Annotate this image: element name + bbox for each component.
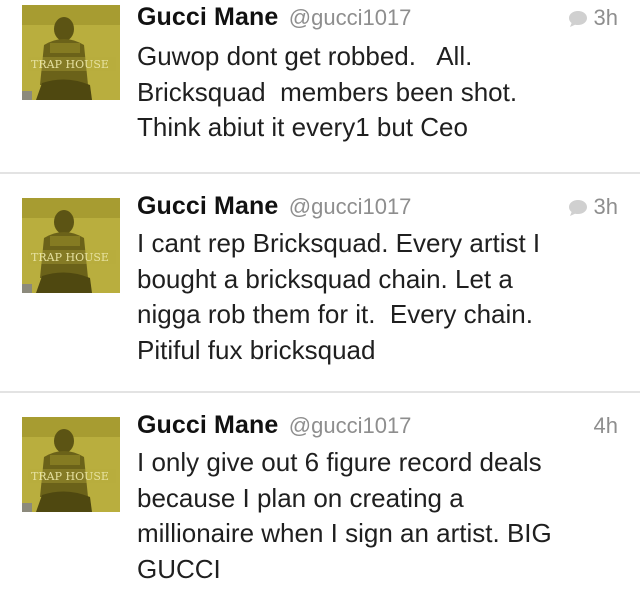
tweet-text-line: nigga rob them for it. Every chain. (137, 299, 533, 329)
tweet-header: Gucci Mane @gucci1017 3h (137, 3, 618, 39)
tweet-text-line: millionaire when I sign an artist. BIG (137, 518, 552, 548)
tweet-header: Gucci Mane @gucci1017 4h (137, 411, 618, 447)
conversation-bubble-icon (568, 11, 587, 27)
trap-house-album-art: TRAP HOUSE (22, 5, 120, 100)
tweet-text-line: GUCCI (137, 553, 221, 584)
tweet-text-line: Bricksquad members been shot. (137, 76, 518, 107)
tweet-card[interactable]: TRAP HOUSE Gucci Mane @gucci1017 3h I ca… (0, 174, 640, 393)
tweet-text-line: I cant rep Bricksquad. Every artist I (137, 228, 541, 258)
tweet-text: I cant rep Bricksquad. Every artist I bo… (137, 226, 620, 368)
tweet-meta: 3h (568, 5, 618, 31)
avatar-caption: TRAP HOUSE (31, 470, 109, 483)
tweet-text-line: Pitiful fux bricksquad (137, 334, 376, 365)
author-name[interactable]: Gucci Mane (137, 3, 278, 31)
tweet-card[interactable]: TRAP HOUSE Gucci Mane @gucci1017 4h I on… (0, 393, 640, 589)
tweet-timeline: TRAP HOUSE Gucci Mane @gucci1017 3h Guwo… (0, 0, 640, 589)
author-handle[interactable]: @gucci1017 (289, 194, 412, 219)
tweet-text: Guwop dont get robbed. All. Bricksquad m… (137, 39, 620, 146)
timestamp: 3h (593, 194, 618, 219)
avatar[interactable]: TRAP HOUSE (22, 198, 120, 293)
trap-house-album-art: TRAP HOUSE (22, 417, 120, 512)
avatar-caption: TRAP HOUSE (31, 251, 109, 264)
avatar[interactable]: TRAP HOUSE (22, 5, 120, 100)
timestamp: 4h (593, 413, 618, 438)
avatar-caption: TRAP HOUSE (31, 58, 109, 71)
avatar[interactable]: TRAP HOUSE (22, 417, 120, 512)
trap-house-album-art: TRAP HOUSE (22, 198, 120, 293)
tweet-card[interactable]: TRAP HOUSE Gucci Mane @gucci1017 3h Guwo… (0, 0, 640, 174)
author-handle[interactable]: @gucci1017 (289, 413, 412, 438)
author-name[interactable]: Gucci Mane (137, 192, 278, 220)
timestamp: 3h (593, 5, 618, 30)
tweet-text-line: I only give out 6 figure record deals (137, 447, 542, 477)
author-name[interactable]: Gucci Mane (137, 411, 278, 439)
tweet-text-line: Guwop dont get robbed. All. (137, 41, 473, 71)
conversation-bubble-icon (568, 200, 587, 216)
tweet-text-line: bought a bricksquad chain. Let a (137, 263, 513, 294)
author-handle[interactable]: @gucci1017 (289, 5, 412, 30)
tweet-text-line: Think abiut it every1 but Ceo (137, 112, 468, 142)
tweet-meta: 4h (594, 413, 618, 439)
tweet-meta: 3h (568, 194, 618, 220)
tweet-text-line: because I plan on creating a (137, 482, 464, 513)
tweet-header: Gucci Mane @gucci1017 3h (137, 192, 618, 228)
tweet-text: I only give out 6 figure record deals be… (137, 445, 620, 587)
